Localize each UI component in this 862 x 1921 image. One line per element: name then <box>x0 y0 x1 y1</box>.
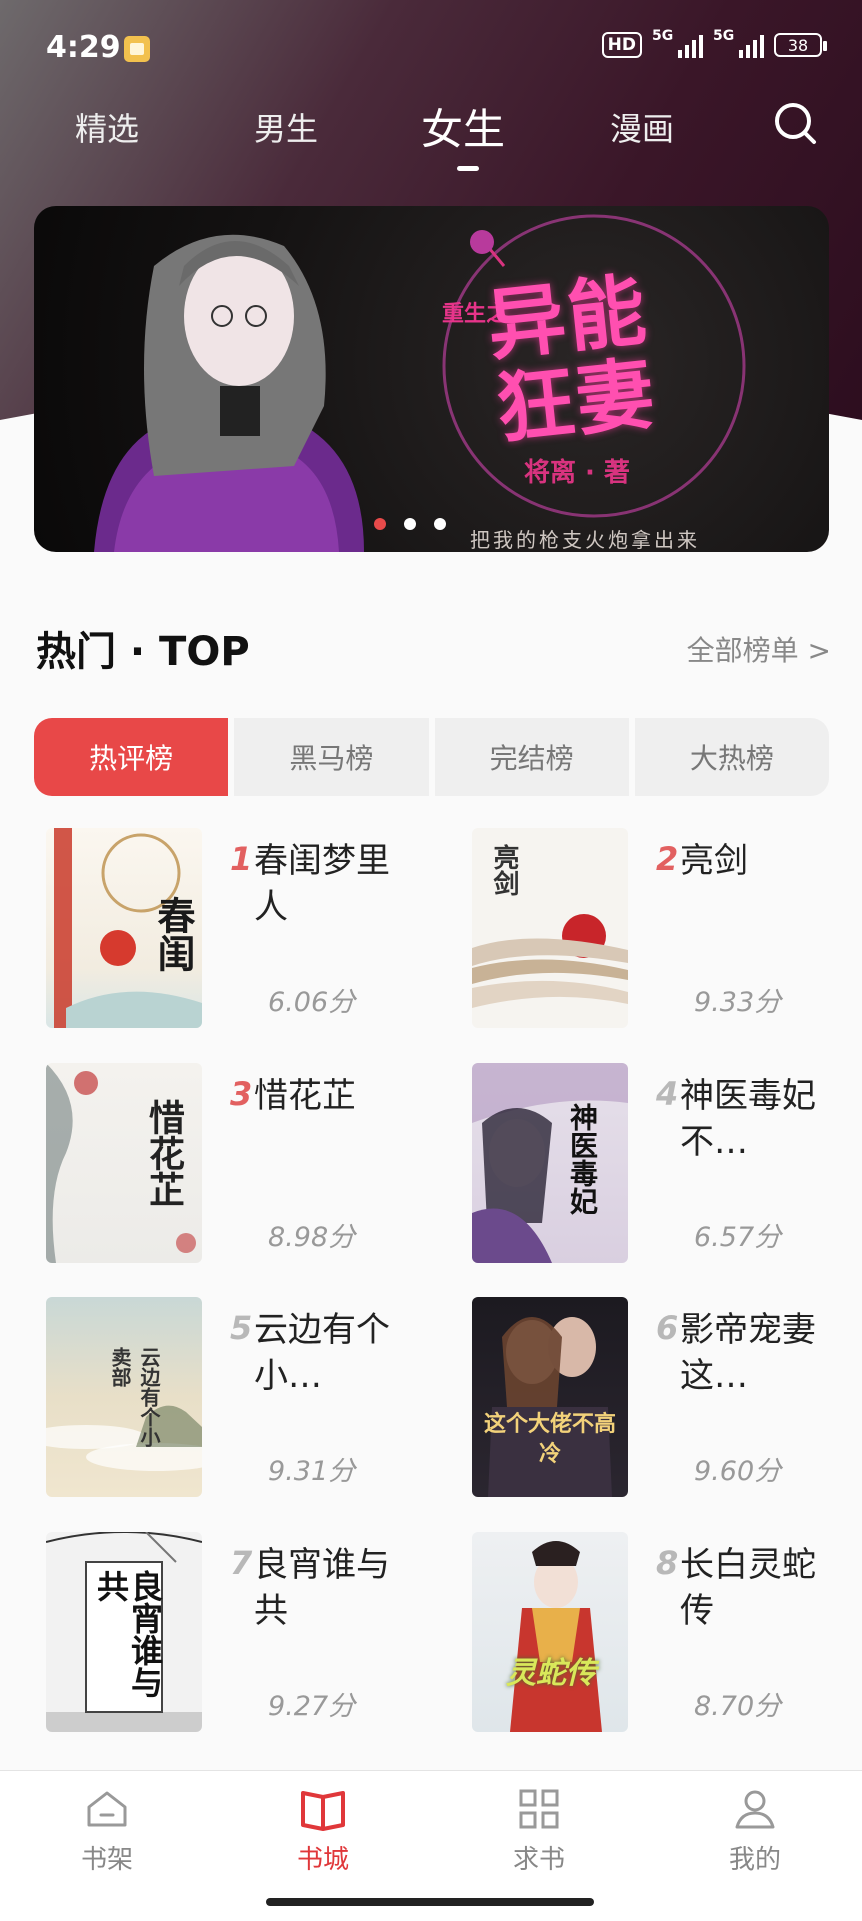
book-item[interactable]: 亮剑 2 亮剑 9.33分 <box>472 828 862 1028</box>
tab-male[interactable]: 男生 <box>254 104 318 150</box>
hd-badge: HD <box>601 32 642 58</box>
book-cover[interactable]: 春闺 <box>46 828 202 1028</box>
active-tab-indicator <box>457 166 479 171</box>
rank-number: 5 <box>230 1309 253 1347</box>
search-icon[interactable] <box>772 100 818 146</box>
tab-big-hot[interactable]: 大热榜 <box>634 718 829 796</box>
book-cover[interactable]: 神医毒妃 <box>472 1063 628 1263</box>
book-title: 云边有个小… <box>254 1310 390 1396</box>
rank-number: 4 <box>656 1075 679 1113</box>
nav-label: 书架 <box>80 1845 133 1875</box>
signal-icon-2: 5G <box>713 28 764 58</box>
grid-icon <box>519 1789 559 1829</box>
hot-top-section-header: 热门 · TOP 全部榜单 > <box>36 615 831 675</box>
book-item[interactable]: 云边有个小卖部 5 云边有个小… 9.31分 <box>46 1297 446 1497</box>
cover-art <box>472 1063 628 1263</box>
book-cover[interactable]: 亮剑 <box>472 828 628 1028</box>
tab-hot-review[interactable]: 热评榜 <box>34 718 229 796</box>
nav-request-book[interactable]: 求书 <box>479 1785 599 1876</box>
tab-female[interactable]: 女生 <box>421 96 505 157</box>
cover-title: 这个大佬不高冷 <box>483 1411 616 1467</box>
rank-number: 2 <box>656 840 679 878</box>
nav-label: 求书 <box>512 1845 565 1875</box>
nav-profile[interactable]: 我的 <box>695 1785 815 1876</box>
section-title: 热门 · TOP <box>36 629 250 675</box>
signal-icon: 5G <box>652 28 703 58</box>
banner-author: 将离 · 著 <box>524 458 630 488</box>
cover-title: 神医毒妃 <box>566 1103 599 1215</box>
book-title: 春闺梦里人 <box>254 841 390 927</box>
carousel-dots <box>374 518 446 530</box>
book-score: 8.98分 <box>268 1222 356 1253</box>
home-indicator <box>266 1898 594 1906</box>
cover-title: 云边有个小卖部 <box>108 1347 161 1447</box>
top-nav: 精选 男生 女生 漫画 <box>0 96 862 186</box>
book-item[interactable]: 神医毒妃 4 神医毒妃不… 6.57分 <box>472 1063 862 1263</box>
cover-title: 亮剑 <box>489 844 519 896</box>
book-title: 惜花芷 <box>254 1076 356 1116</box>
book-title: 影帝宠妻这… <box>680 1310 816 1396</box>
carousel-dot[interactable] <box>374 518 386 530</box>
book-cover[interactable]: 云边有个小卖部 <box>46 1297 202 1497</box>
banner-title: 异能狂妻 <box>483 264 661 456</box>
book-title: 亮剑 <box>680 841 748 881</box>
status-time: 4:29 <box>46 30 121 65</box>
book-item[interactable]: 惜花芷 3 惜花芷 8.98分 <box>46 1063 446 1263</box>
rank-number: 8 <box>656 1544 679 1582</box>
tab-completed[interactable]: 完结榜 <box>434 718 629 796</box>
book-score: 8.70分 <box>694 1691 782 1722</box>
rank-number: 3 <box>230 1075 253 1113</box>
book-title: 良宵谁与共 <box>254 1545 390 1631</box>
featured-banner[interactable]: 重生之 异能狂妻 将离 · 著 把我的枪支火炮拿出来 <box>34 206 829 552</box>
book-score: 9.60分 <box>694 1456 782 1487</box>
cover-title: 灵蛇传 <box>506 1656 596 1691</box>
book-item[interactable]: 灵蛇传 8 长白灵蛇传 8.70分 <box>472 1532 862 1732</box>
cover-title: 春闺 <box>151 896 196 972</box>
notification-icon <box>124 36 150 62</box>
cover-art <box>510 1541 602 1732</box>
book-title: 神医毒妃不… <box>680 1076 816 1162</box>
rank-number: 1 <box>230 840 253 878</box>
book-item[interactable]: 良宵谁与共 7 良宵谁与共 9.27分 <box>46 1532 446 1732</box>
book-cover[interactable]: 灵蛇传 <box>472 1532 628 1732</box>
book-score: 6.06分 <box>268 987 356 1018</box>
banner-illustration <box>94 214 746 552</box>
banner-slogan: 把我的枪支火炮拿出来 <box>470 528 700 552</box>
book-cover[interactable]: 这个大佬不高冷 <box>472 1297 628 1497</box>
battery-icon: 38 <box>774 33 827 57</box>
bookshelf-icon <box>87 1791 127 1827</box>
book-title: 长白灵蛇传 <box>680 1545 816 1631</box>
tab-featured[interactable]: 精选 <box>75 104 139 150</box>
book-cover[interactable]: 惜花芷 <box>46 1063 202 1263</box>
open-book-icon <box>301 1791 345 1831</box>
status-bar: 4:29 HD 5G 5G 38 <box>0 0 862 96</box>
book-score: 9.31分 <box>268 1456 356 1487</box>
cover-title: 良宵谁与共 <box>92 1570 164 1698</box>
rank-number: 6 <box>656 1309 679 1347</box>
carousel-dot[interactable] <box>434 518 446 530</box>
nav-label: 书城 <box>296 1845 349 1875</box>
book-item[interactable]: 春闺 1 春闺梦里人 6.06分 <box>46 828 446 1028</box>
all-rankings-link[interactable]: 全部榜单 > <box>687 629 831 669</box>
carousel-dot[interactable] <box>404 518 416 530</box>
tab-comics[interactable]: 漫画 <box>610 104 674 150</box>
nav-bookshelf[interactable]: 书架 <box>47 1785 167 1876</box>
book-cover[interactable]: 良宵谁与共 <box>46 1532 202 1732</box>
nav-label: 我的 <box>728 1845 781 1875</box>
tab-dark-horse[interactable]: 黑马榜 <box>234 718 429 796</box>
book-score: 6.57分 <box>694 1222 782 1253</box>
book-score: 9.33分 <box>694 987 782 1018</box>
ranking-tabs: 热评榜 黑马榜 完结榜 大热榜 <box>34 718 829 796</box>
book-score: 9.27分 <box>268 1691 356 1722</box>
cover-title: 惜花芷 <box>143 1099 185 1207</box>
rank-number: 7 <box>230 1544 253 1582</box>
status-indicators: HD 5G 5G 38 <box>601 28 827 58</box>
person-icon <box>735 1790 775 1829</box>
nav-bookstore[interactable]: 书城 <box>263 1785 383 1876</box>
book-item[interactable]: 这个大佬不高冷 6 影帝宠妻这… 9.60分 <box>472 1297 862 1497</box>
